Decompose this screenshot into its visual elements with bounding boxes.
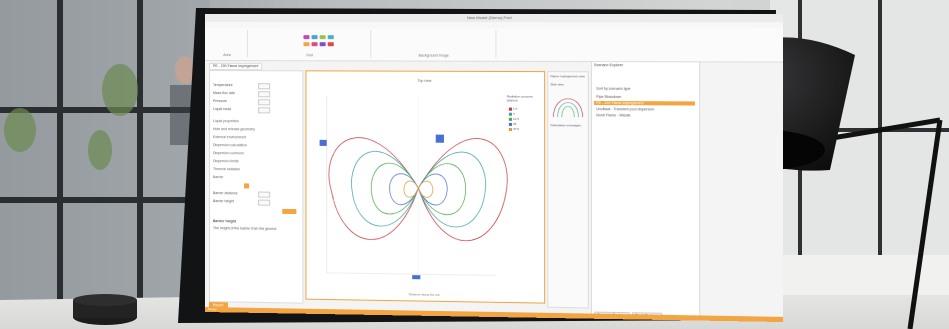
apply-button[interactable] [282, 208, 297, 215]
field-label: Barrier distance [212, 191, 238, 196]
section-header[interactable]: Dispersion contours [213, 151, 244, 155]
ribbon-group-area: Area [206, 30, 249, 58]
legend-entry: 1.6 [508, 107, 517, 111]
sort-checkbox-label[interactable]: Sort by scenario type [596, 87, 630, 91]
explorer-item[interactable]: Unvillaat - Transient pool dispersion [596, 107, 654, 111]
side-preview-panel: Flame impingement view Side view Calcula… [547, 71, 589, 309]
section-header[interactable]: Barrier [213, 175, 224, 179]
field-label: Temperature [212, 83, 233, 88]
window-title: New Model (Demo).Pxel [466, 15, 512, 21]
ribbon: Area Grid Background Image [205, 28, 784, 63]
ribbon-group-grid: Grid [249, 30, 372, 58]
color-swatch[interactable] [327, 42, 334, 47]
barrier-checkbox[interactable] [244, 183, 250, 189]
preview-subtitle: Side view [550, 82, 564, 87]
scenario-explorer: Scenario Explorer Sort by scenario type … [590, 61, 701, 323]
legend-title: Radiation contours (kW/m²) [506, 94, 533, 103]
section-header[interactable]: Thermal radiation [213, 167, 240, 171]
color-swatch[interactable] [303, 35, 310, 40]
chart-pane: Top view Distance along the ord. Radiati… [305, 70, 546, 304]
section-header[interactable]: Liquid properties [213, 119, 239, 123]
photo-scene: New Model (Demo).Pxel FileHomeInsertData… [0, 0, 949, 329]
y-marker[interactable] [319, 139, 327, 146]
barrier-distance-field[interactable] [258, 191, 271, 198]
x-axis [327, 273, 496, 276]
field-label: Mass flux rate [212, 91, 235, 96]
preview-title: Flame impingement view [550, 74, 585, 79]
section-header[interactable]: External environment [213, 135, 246, 139]
color-swatch[interactable] [319, 42, 326, 47]
legend-entry: 12.5 [508, 117, 519, 121]
section-header[interactable]: Hole and release geometry [213, 127, 255, 131]
monitor-screen: New Model (Demo).Pxel FileHomeInsertData… [205, 14, 784, 323]
section-header[interactable]: Dispersion calculation [213, 143, 247, 147]
x-marker[interactable] [412, 275, 421, 280]
barrier-height-field[interactable] [258, 199, 271, 206]
explorer-title: Scenario Explorer [594, 63, 624, 68]
color-swatch[interactable] [319, 35, 326, 40]
legend-entry: 4 [508, 112, 515, 116]
field-label: Barrier height [212, 199, 235, 204]
status-text: Ready [207, 307, 217, 312]
explorer-item[interactable]: Pipe Blowdown [596, 95, 621, 99]
side-view-thumbnail [549, 88, 586, 119]
input-panel: Temperature Mass flux rate Pressure Liqu… [208, 70, 304, 304]
color-swatch[interactable] [327, 35, 334, 40]
field-label: Pressure [212, 99, 228, 104]
mass-flux-field[interactable] [258, 91, 271, 98]
explorer-item[interactable]: Nordi Flame - Missile [596, 113, 630, 117]
section-header[interactable]: Dispersion limits [213, 159, 239, 163]
help-title: Barrier height [212, 219, 236, 224]
color-swatch[interactable] [311, 42, 318, 47]
legend-entry: 25 [508, 122, 516, 126]
legend-entry: 37.5 [508, 127, 519, 131]
pressure-field[interactable] [258, 99, 271, 106]
ribbon-group-background: Background Image [372, 30, 497, 58]
field-label: Liquid head [212, 107, 232, 112]
help-text: The height of the barrier from the groun… [212, 226, 277, 231]
color-swatch[interactable] [303, 42, 310, 47]
liquid-head-field[interactable] [258, 107, 271, 114]
source-marker[interactable] [435, 134, 444, 143]
explorer-item-selected[interactable]: PE - 200 Flame impingement [594, 100, 695, 106]
temperature-field[interactable] [258, 83, 271, 90]
calculation-messages-button[interactable]: Calculation messages [550, 123, 581, 127]
color-swatch[interactable] [311, 35, 318, 40]
